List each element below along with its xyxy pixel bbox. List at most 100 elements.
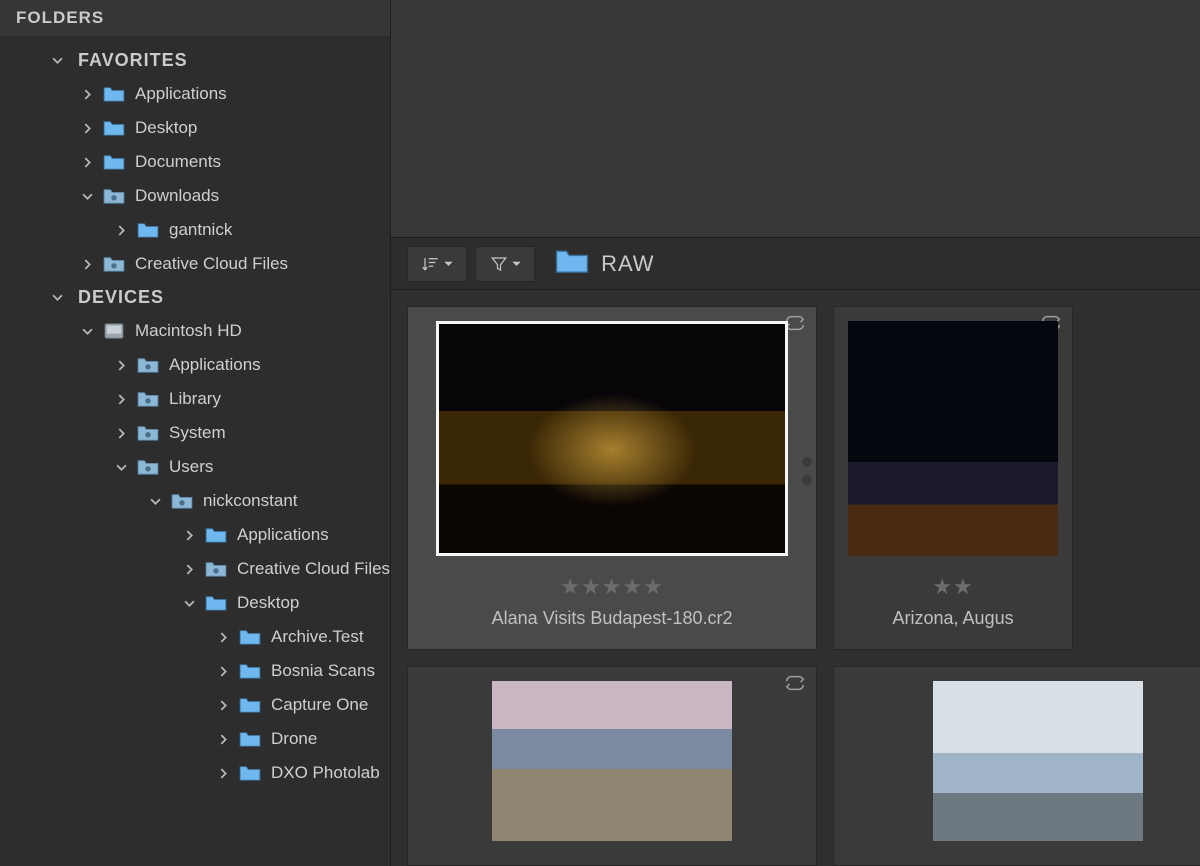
thumbnail-caption: Alana Visits Budapest-180.cr2 [492, 608, 733, 629]
thumbnail-row [391, 650, 1200, 866]
thumbnail-caption: Arizona, Augus [893, 608, 1014, 629]
folder-icon [137, 424, 159, 442]
tree-item[interactable]: Desktop [0, 111, 390, 145]
chevron-right-icon[interactable] [216, 766, 230, 780]
tree-item-label: Capture One [271, 695, 368, 715]
tree-item-label: Users [169, 457, 213, 477]
thumbnail-image[interactable] [933, 681, 1143, 841]
browser-toolbar: RAW [391, 238, 1200, 290]
folder-icon [137, 390, 159, 408]
section-favorites[interactable]: FAVORITES [0, 44, 390, 77]
folder-icon [239, 628, 261, 646]
tree-item-label: Documents [135, 152, 221, 172]
chevron-down-icon[interactable] [80, 189, 94, 203]
tree-item[interactable]: gantnick [0, 213, 390, 247]
chevron-down-icon[interactable] [114, 460, 128, 474]
star-rating[interactable]: ★★ [932, 574, 973, 600]
tree-item[interactable]: System [0, 416, 390, 450]
folder-icon [205, 594, 227, 612]
tree-item-label: Bosnia Scans [271, 661, 375, 681]
section-devices[interactable]: DEVICES [0, 281, 390, 314]
folder-tree: FAVORITES Applications Desktop Documents Do… [0, 36, 390, 798]
tree-item[interactable]: Users [0, 450, 390, 484]
chevron-right-icon[interactable] [80, 257, 94, 271]
chevron-down-icon[interactable] [182, 596, 196, 610]
tree-item[interactable]: Drone [0, 722, 390, 756]
tree-item[interactable]: Capture One [0, 688, 390, 722]
chevron-right-icon[interactable] [114, 223, 128, 237]
tree-item-label: Creative Cloud Files [135, 254, 288, 274]
app-root: FOLDERS FAVORITES Applications Desktop Doc… [0, 0, 1200, 866]
panel-title: FOLDERS [0, 0, 390, 36]
tree-item-label: Downloads [135, 186, 219, 206]
thumbnail-card[interactable] [833, 666, 1200, 866]
tree-item-label: Creative Cloud Files [237, 559, 390, 579]
tree-item[interactable]: Desktop [0, 586, 390, 620]
tree-item[interactable]: Macintosh HD [0, 314, 390, 348]
folder-icon [205, 526, 227, 544]
chevron-down-icon[interactable] [148, 494, 162, 508]
thumbnail-card[interactable] [407, 666, 817, 866]
tree-item-label: Library [169, 389, 221, 409]
breadcrumb[interactable]: RAW [555, 247, 655, 280]
tree-item[interactable]: Bosnia Scans [0, 654, 390, 688]
tree-item[interactable]: Applications [0, 518, 390, 552]
tree-item-label: nickconstant [203, 491, 298, 511]
folder-icon [171, 492, 193, 510]
chevron-right-icon[interactable] [114, 358, 128, 372]
folder-icon [103, 255, 125, 273]
tree-item[interactable]: DXO Photolab [0, 756, 390, 790]
section-label: FAVORITES [78, 50, 188, 71]
tree-item[interactable]: Applications [0, 77, 390, 111]
chevron-right-icon[interactable] [216, 630, 230, 644]
folder-icon [239, 696, 261, 714]
thumbnail-browser: ★★★★★ Alana Visits Budapest-180.cr2 ★★ A… [391, 290, 1200, 650]
tree-item[interactable]: nickconstant [0, 484, 390, 518]
folder-icon [239, 764, 261, 782]
tree-item-label: Applications [237, 525, 329, 545]
chevron-right-icon[interactable] [80, 87, 94, 101]
chevron-right-icon[interactable] [216, 732, 230, 746]
star-rating[interactable]: ★★★★★ [560, 574, 664, 600]
thumbnail-image[interactable] [436, 321, 788, 556]
thumbnail-card[interactable]: ★★ Arizona, Augus [833, 306, 1073, 650]
folder-icon [103, 187, 125, 205]
folder-icon [103, 119, 125, 137]
variant-dots [802, 457, 812, 485]
tree-item[interactable]: Archive.Test [0, 620, 390, 654]
chevron-right-icon[interactable] [182, 528, 196, 542]
chevron-down-icon [50, 291, 64, 305]
tree-item-label: Desktop [135, 118, 197, 138]
folder-icon [103, 85, 125, 103]
folder-icon [137, 221, 159, 239]
sort-button[interactable] [407, 246, 467, 282]
tree-item[interactable]: Creative Cloud Files [0, 552, 390, 586]
thumbnail-image[interactable] [492, 681, 732, 841]
main-pane: RAW ★★★★★ Alana Visits Budapest-180.cr2 … [391, 0, 1200, 866]
chevron-right-icon[interactable] [182, 562, 196, 576]
chevron-right-icon[interactable] [216, 664, 230, 678]
chevron-right-icon[interactable] [114, 392, 128, 406]
tree-item[interactable]: Downloads [0, 179, 390, 213]
tree-item-label: Applications [169, 355, 261, 375]
chevron-down-icon[interactable] [80, 324, 94, 338]
tree-item-label: Archive.Test [271, 627, 364, 647]
tree-item-label: Applications [135, 84, 227, 104]
chevron-right-icon[interactable] [114, 426, 128, 440]
tree-item[interactable]: Creative Cloud Files [0, 247, 390, 281]
thumbnail-card[interactable]: ★★★★★ Alana Visits Budapest-180.cr2 [407, 306, 817, 650]
tree-item-label: Drone [271, 729, 317, 749]
thumbnail-image[interactable] [848, 321, 1058, 556]
repeat-icon [784, 675, 806, 696]
tree-item[interactable]: Applications [0, 348, 390, 382]
tree-item[interactable]: Documents [0, 145, 390, 179]
chevron-right-icon[interactable] [216, 698, 230, 712]
filter-button[interactable] [475, 246, 535, 282]
chevron-right-icon[interactable] [80, 155, 94, 169]
preview-area [391, 0, 1200, 238]
folder-icon [239, 730, 261, 748]
folder-icon [137, 458, 159, 476]
tree-item[interactable]: Library [0, 382, 390, 416]
tree-item-label: DXO Photolab [271, 763, 380, 783]
chevron-right-icon[interactable] [80, 121, 94, 135]
